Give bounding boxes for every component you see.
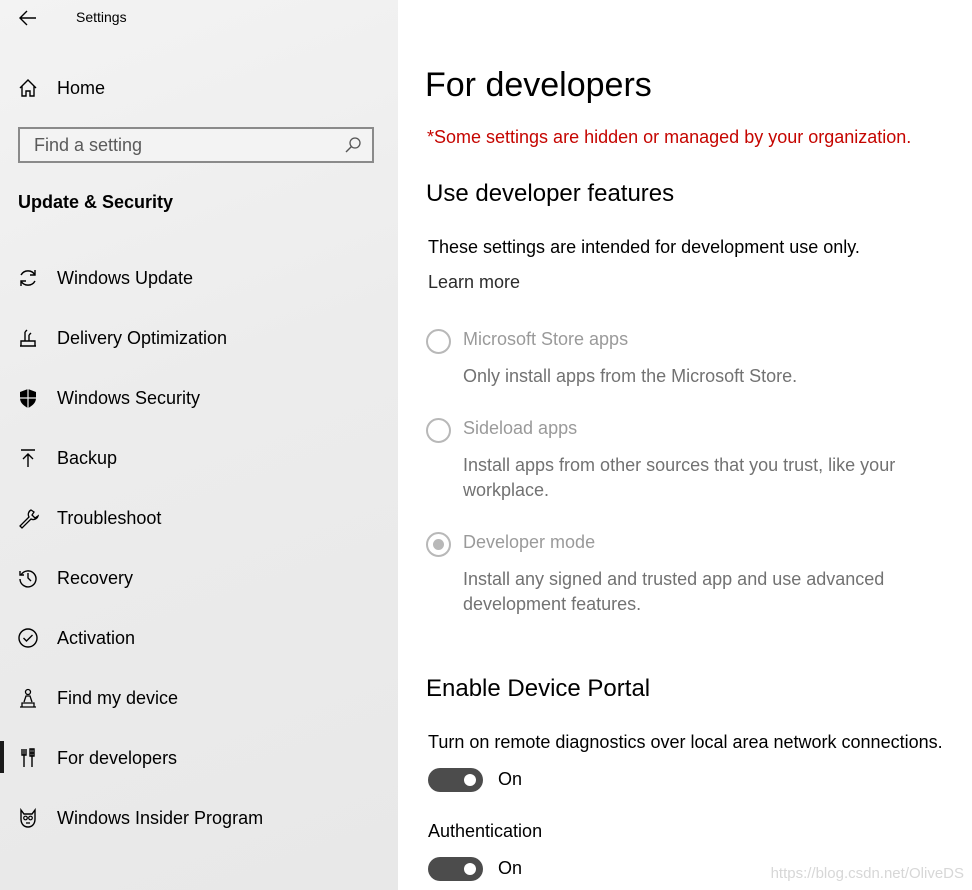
radio-button[interactable]	[426, 418, 451, 443]
sidebar-item-label: Windows Security	[57, 387, 201, 408]
sidebar-item-troubleshoot[interactable]: Troubleshoot	[0, 498, 398, 538]
check-circle-icon	[16, 626, 40, 650]
radio-label: Developer mode	[463, 532, 596, 552]
main-content: For developers *Some settings are hidden…	[398, 0, 972, 890]
sidebar-item-find-my-device[interactable]: Find my device	[0, 678, 398, 718]
sidebar-item-windows-security[interactable]: Windows Security	[0, 378, 398, 418]
authentication-toggle[interactable]	[428, 857, 483, 881]
toggle-state-label: On	[498, 858, 523, 878]
search-input[interactable]	[20, 129, 354, 161]
sidebar-item-for-developers[interactable]: For developers	[0, 738, 398, 778]
recovery-history-icon	[16, 566, 40, 590]
sidebar-item-label: Delivery Optimization	[57, 327, 228, 348]
backup-upload-icon	[16, 446, 40, 470]
page-title: For developers	[425, 66, 652, 104]
section-label: Update & Security	[18, 192, 174, 212]
radio-label: Sideload apps	[463, 418, 578, 438]
sidebar-item-label: Troubleshoot	[57, 507, 162, 528]
search-box[interactable]	[18, 127, 374, 163]
sidebar-item-recovery[interactable]: Recovery	[0, 558, 398, 598]
radio-description: Install any signed and trusted app and u…	[463, 569, 885, 614]
sidebar-item-delivery-optimization[interactable]: Delivery Optimization	[0, 318, 398, 358]
watermark: https://blog.csdn.net/OliveDS	[770, 865, 964, 882]
sidebar-item-label: Backup	[57, 447, 118, 468]
dev-features-heading: Use developer features	[426, 180, 675, 207]
developer-tools-icon	[16, 746, 40, 770]
sidebar-item-label: Find my device	[57, 687, 179, 708]
sidebar-item-label: Activation	[57, 627, 136, 648]
toggle-state-label: On	[498, 769, 523, 789]
sidebar-item-label: For developers	[57, 747, 178, 768]
home-icon	[16, 76, 40, 100]
shield-icon	[16, 386, 40, 410]
radio-label: Microsoft Store apps	[463, 329, 629, 349]
app-title: Settings	[76, 9, 127, 25]
device-portal-description: Turn on remote diagnostics over local ar…	[428, 732, 943, 752]
radio-description: Install apps from other sources that you…	[463, 455, 896, 500]
dev-features-description: These settings are intended for developm…	[428, 237, 860, 257]
sidebar-item-label: Windows Insider Program	[57, 807, 264, 828]
org-managed-notice: *Some settings are hidden or managed by …	[427, 127, 912, 147]
insider-cat-icon	[16, 806, 40, 830]
sidebar-item-label: Windows Update	[57, 267, 194, 288]
sidebar-item-home[interactable]: Home	[0, 68, 398, 108]
device-portal-heading: Enable Device Portal	[426, 675, 651, 702]
radio-button[interactable]	[426, 329, 451, 354]
sidebar-item-windows-insider-program[interactable]: Windows Insider Program	[0, 798, 398, 838]
device-portal-toggle[interactable]	[428, 768, 483, 792]
sidebar-item-label: Recovery	[57, 567, 134, 588]
sidebar: Settings Home Update & Security Windows …	[0, 0, 398, 890]
delivery-optimization-icon	[16, 326, 40, 350]
sidebar-item-backup[interactable]: Backup	[0, 438, 398, 478]
search-icon[interactable]	[344, 136, 362, 154]
radio-button-checked[interactable]	[426, 532, 451, 557]
back-arrow-icon[interactable]	[14, 6, 42, 30]
sidebar-item-label: Home	[57, 77, 106, 98]
sidebar-item-windows-update[interactable]: Windows Update	[0, 258, 398, 298]
wrench-icon	[16, 506, 40, 530]
sync-icon	[16, 266, 40, 290]
sidebar-item-activation[interactable]: Activation	[0, 618, 398, 658]
authentication-label: Authentication	[428, 821, 543, 841]
radio-description: Only install apps from the Microsoft Sto…	[463, 366, 798, 386]
find-device-person-icon	[16, 686, 40, 710]
learn-more-link[interactable]: Learn more	[428, 272, 520, 293]
